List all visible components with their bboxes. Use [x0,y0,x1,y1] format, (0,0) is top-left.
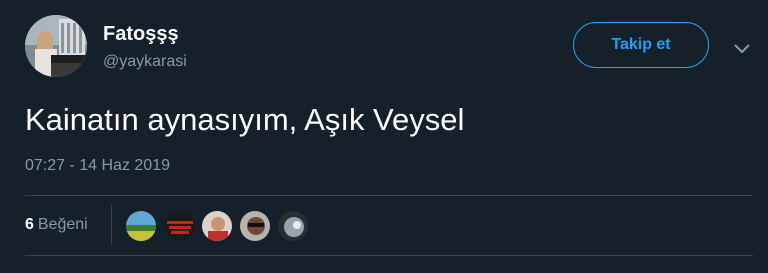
liker-avatars [125,210,315,242]
chevron-down-icon[interactable] [731,38,753,60]
user-handle[interactable]: @yaykarasi [103,52,187,72]
tweet-text: Kainatın aynasıyım, Aşık Veysel [25,102,465,137]
tweet-timestamp[interactable]: 07:27 - 14 Haz 2019 [25,156,170,176]
follow-button[interactable]: Takip et [573,22,709,68]
likes-label: Beğeni [37,216,88,233]
tweet-card: Fatoşşş @yaykarasi Takip et Kainatın ayn… [0,0,768,273]
user-avatar[interactable] [25,15,87,77]
likes-number: 6 [25,216,34,233]
liker-avatar[interactable] [163,210,195,242]
likes-count[interactable]: 6 Beğeni [25,215,88,235]
liker-avatar[interactable] [277,210,309,242]
liker-avatar[interactable] [125,210,157,242]
liker-avatar[interactable] [201,210,233,242]
divider-bottom [25,255,753,256]
divider-top [25,195,753,196]
likes-separator [111,205,112,245]
liker-avatar[interactable] [239,210,271,242]
display-name[interactable]: Fatoşşş [103,22,179,46]
